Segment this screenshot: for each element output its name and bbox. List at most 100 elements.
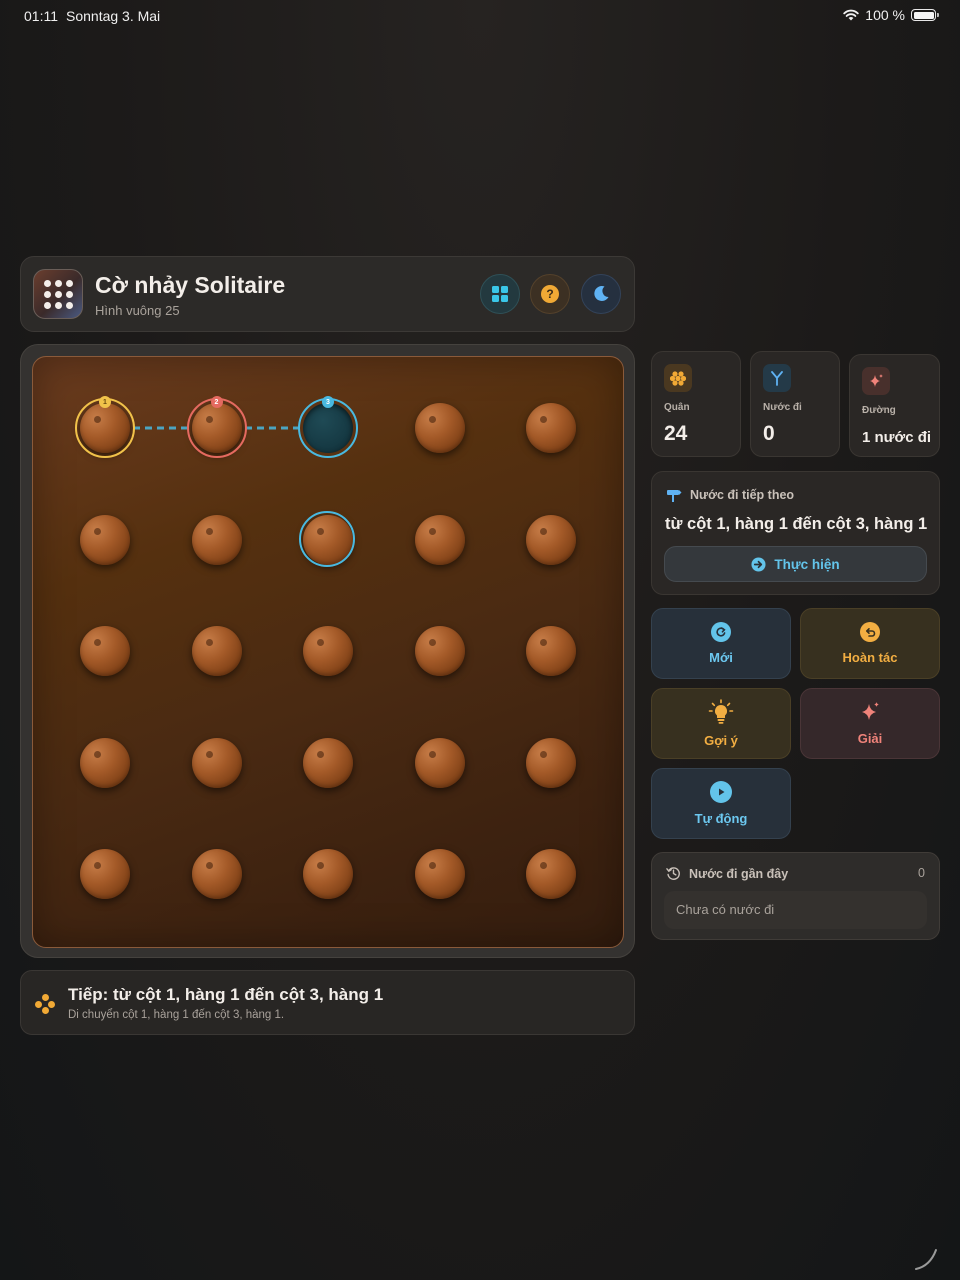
execute-label: Thực hiện	[774, 556, 840, 572]
sparkle-icon	[862, 702, 879, 720]
signpost-icon	[667, 490, 682, 502]
app-title: Cờ nhảy Solitaire	[95, 272, 286, 298]
board-hole[interactable]	[410, 621, 470, 681]
undo-icon	[860, 622, 880, 642]
board-hole[interactable]	[521, 510, 581, 570]
board-hole[interactable]	[298, 621, 358, 681]
new-game-button[interactable]: Mới	[651, 608, 791, 679]
board-hole[interactable]: 2	[186, 396, 247, 458]
peg	[414, 403, 465, 453]
header-card: Cờ nhảy Solitaire Hình vuông 25 ?	[20, 256, 635, 332]
lightbulb-icon	[708, 699, 734, 724]
resize-handle-icon[interactable]	[912, 1244, 940, 1272]
new-game-label: Mới	[709, 650, 733, 665]
peg	[526, 849, 576, 899]
stat-label: Đường	[862, 405, 896, 416]
gamepad-icon	[35, 994, 55, 1014]
peg	[303, 626, 353, 676]
game-board: 1 2 3	[32, 356, 624, 948]
peg	[414, 626, 465, 676]
board-hole[interactable]	[75, 621, 135, 681]
peg	[191, 849, 242, 899]
peg	[191, 737, 242, 788]
stat-value: 1 nước đi	[862, 429, 932, 446]
board-hole[interactable]	[410, 398, 470, 458]
stat-pegs: Quân 24	[651, 351, 741, 457]
peg	[526, 737, 576, 788]
autoplay-label: Tự động	[694, 811, 748, 826]
help-button[interactable]: ?	[530, 274, 570, 314]
history-icon	[666, 867, 680, 880]
theme-toggle-button[interactable]	[581, 274, 621, 314]
board-hole[interactable]	[298, 844, 358, 904]
hint-button[interactable]: Gợi ý	[651, 688, 791, 759]
moon-icon	[594, 286, 609, 302]
app-logo-icon	[33, 269, 83, 319]
peg	[191, 626, 242, 676]
board-select-button[interactable]	[480, 274, 520, 314]
peg	[526, 626, 576, 676]
board-hole[interactable]	[187, 510, 247, 570]
next-move-heading: Nước đi tiếp theo	[690, 488, 795, 502]
peg	[80, 514, 130, 565]
next-move-text: từ cột 1, hàng 1 đến cột 3, hàng 1	[665, 515, 928, 533]
step-badge: 2	[210, 396, 223, 408]
board-hole[interactable]	[187, 733, 247, 793]
branch-icon	[763, 364, 791, 392]
board-hole[interactable]	[187, 844, 247, 904]
undo-button[interactable]: Hoàn tác	[800, 608, 940, 679]
play-icon	[710, 781, 732, 803]
board-hole[interactable]	[410, 510, 470, 570]
grid-icon	[492, 286, 508, 302]
step-badge: 1	[99, 396, 111, 408]
board-frame: 1 2 3	[20, 344, 635, 958]
board-hole[interactable]: 3	[298, 396, 358, 458]
wifi-icon	[843, 9, 859, 21]
restart-icon	[711, 622, 731, 642]
recent-count: 0	[918, 866, 925, 880]
peg	[526, 514, 576, 565]
board-hole[interactable]	[521, 398, 581, 458]
autoplay-button[interactable]: Tự động	[651, 768, 791, 839]
peg	[303, 849, 353, 899]
recent-moves-card: Nước đi gần đây 0 Chưa có nước đi	[651, 852, 940, 940]
solve-button[interactable]: Giải	[800, 688, 940, 759]
next-move-card: Nước đi tiếp theo từ cột 1, hàng 1 đến c…	[651, 471, 940, 595]
execute-move-button[interactable]: Thực hiện	[664, 546, 927, 582]
status-date: Sonntag 3. Mai	[66, 8, 161, 24]
peg	[414, 737, 465, 788]
peg	[414, 514, 465, 565]
board-hole[interactable]	[521, 621, 581, 681]
board-hole[interactable]	[298, 733, 358, 793]
board-hole[interactable]	[298, 510, 358, 570]
battery-icon	[911, 9, 939, 21]
board-hole[interactable]	[410, 733, 470, 793]
peg	[80, 626, 130, 676]
battery-percent: 100 %	[865, 7, 905, 23]
recent-heading: Nước đi gần đây	[689, 866, 789, 881]
board-hole[interactable]	[75, 733, 135, 793]
peg	[303, 737, 353, 788]
stat-moves: Nước đi 0	[750, 351, 840, 457]
help-icon: ?	[541, 285, 559, 303]
peg	[80, 849, 130, 899]
board-hole[interactable]	[75, 844, 135, 904]
honeycomb-icon	[664, 364, 692, 392]
stat-value: 0	[763, 422, 775, 445]
board-hole[interactable]: 1	[75, 396, 135, 458]
board-hole[interactable]	[187, 621, 247, 681]
banner-title: Tiếp: từ cột 1, hàng 1 đến cột 3, hàng 1	[68, 985, 384, 1004]
sparkle-icon	[862, 367, 890, 395]
board-hole[interactable]	[410, 844, 470, 904]
stat-path: Đường 1 nước đi	[849, 354, 940, 457]
selected-peg-ring	[299, 510, 355, 567]
undo-label: Hoàn tác	[842, 650, 898, 665]
stat-value: 24	[664, 422, 688, 445]
board-hole[interactable]	[75, 510, 135, 570]
arrow-circle-icon	[751, 556, 766, 572]
board-hole[interactable]	[521, 733, 581, 793]
board-hole[interactable]	[521, 844, 581, 904]
status-bar: 01:11 Sonntag 3. Mai 100 %	[0, 0, 960, 30]
board-variant[interactable]: Hình vuông 25	[95, 303, 180, 318]
peg	[414, 849, 465, 899]
